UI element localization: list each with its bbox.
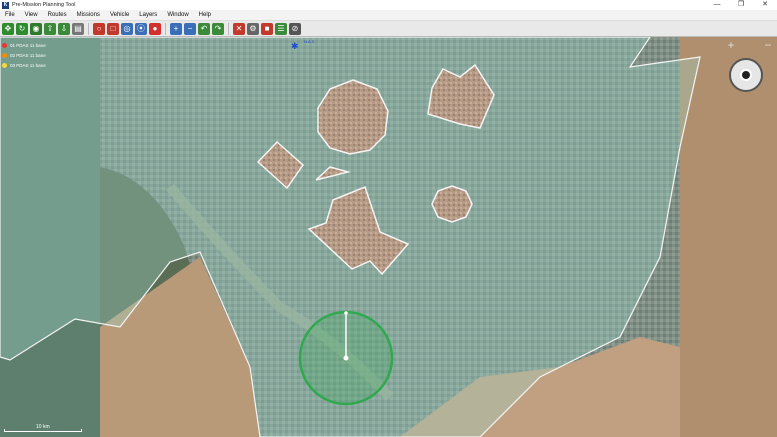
legend-label: 03 PDAS 11 bane [10,62,46,68]
toolbar-zoom-out-button[interactable]: − [184,22,196,35]
toolbar-separator [165,22,166,35]
uav-position-marker[interactable] [343,355,349,361]
app-window: K Pre-Mission Planning Tool — ❐ ✕ File V… [0,0,777,437]
delete-route-icon: ✕ [235,24,243,33]
compass-control[interactable] [729,58,763,92]
window-title: Pre-Mission Planning Tool [12,2,76,8]
toolbar-move-button[interactable]: ✥ [2,22,14,35]
layers-icon: ☰ [277,24,285,33]
zoom-in-control[interactable]: + [725,39,737,51]
north-marker-label: N.A.S. [304,39,316,44]
menu-window[interactable]: Window [162,10,193,21]
menu-missions[interactable]: Missions [72,10,105,21]
toolbar-delete-route-button[interactable]: ✕ [233,22,245,35]
globe-icon: ◉ [32,24,40,33]
toolbar-download-button[interactable]: ⇩ [58,22,70,35]
disabled-icon: ⊘ [291,24,299,33]
toolbar: ✥ ↻ ◉ ⇧ ⇩ ▤ ○ □ ◎ ⦿ ● + − ↶ ↷ ✕ ⚙ ■ ☰ ⊘ [0,21,777,37]
legend-label: 01 PDAS 11 bane [10,42,46,48]
scale-line [4,429,82,432]
map-canvas[interactable]: ✱ N.A.S. [0,37,777,437]
toolbar-settings-button[interactable]: ⚙ [247,22,259,35]
toolbar-circle-tool-button[interactable]: ○ [93,22,105,35]
toolbar-layers-button[interactable]: ☰ [275,22,287,35]
vehicle-legend: 01 PDAS 11 bane 02 PDAS 11 bane 03 PDAS … [2,40,46,70]
no-fly-zone-circle-large[interactable] [317,79,389,155]
stop-icon: ■ [264,24,270,33]
menu-layers[interactable]: Layers [134,10,162,21]
toolbar-target-button[interactable]: ◎ [121,22,133,35]
rectangle-tool-icon: □ [110,24,116,33]
toolbar-rectangle-tool-button[interactable]: □ [107,22,119,35]
status-dot-icon [2,42,7,48]
map-view[interactable]: ✱ N.A.S. [0,37,777,437]
target-icon: ◎ [123,24,131,33]
maximize-button[interactable]: ❐ [729,0,753,10]
menu-routes[interactable]: Routes [43,10,72,21]
toolbar-separator [228,22,229,35]
status-dot-icon [2,52,7,58]
legend-item[interactable]: 01 PDAS 11 bane [2,40,46,50]
toolbar-stop-button[interactable]: ■ [261,22,273,35]
legend-item[interactable]: 03 PDAS 11 bane [2,60,46,70]
toolbar-waypoint-button[interactable]: ⦿ [135,22,147,35]
rotate-right-icon: ↷ [214,24,222,33]
rotate-left-icon: ↶ [200,24,208,33]
status-dot-icon [2,62,7,68]
pin-add-icon: ● [152,24,158,33]
legend-item[interactable]: 02 PDAS 11 bane [2,50,46,60]
uav-heading-marker [344,311,348,315]
toolbar-upload-button[interactable]: ⇧ [44,22,56,35]
move-icon: ✥ [4,24,12,33]
minimize-button[interactable]: — [705,0,729,10]
compass-center-icon [740,69,752,81]
toolbar-disabled-button[interactable]: ⊘ [289,22,301,35]
menu-file[interactable]: File [0,10,20,21]
terrain-right-band [680,37,777,437]
toolbar-rotate-left-button[interactable]: ↶ [198,22,210,35]
zoom-out-control[interactable]: − [762,39,774,51]
zoom-out-icon: − [187,24,193,33]
menu-bar: File View Routes Missions Vehicle Layers… [0,10,777,21]
north-marker-icon: ✱ [291,42,299,52]
toolbar-sync-button[interactable]: ↻ [16,22,28,35]
no-fly-zone-circle-small[interactable] [431,185,473,223]
waypoint-icon: ⦿ [137,24,145,33]
toolbar-rotate-right-button[interactable]: ↷ [212,22,224,35]
toolbar-document-button[interactable]: ▤ [72,22,84,35]
toolbar-separator [88,22,89,35]
settings-icon: ⚙ [249,24,257,33]
menu-vehicle[interactable]: Vehicle [105,10,134,21]
toolbar-globe-button[interactable]: ◉ [30,22,42,35]
zoom-in-icon: + [173,24,179,33]
legend-label: 02 PDAS 11 bane [10,52,46,58]
menu-view[interactable]: View [20,10,43,21]
sync-icon: ↻ [18,24,26,33]
menu-help[interactable]: Help [194,10,216,21]
document-icon: ▤ [74,24,82,33]
scale-bar: 10 km [4,424,84,434]
download-icon: ⇩ [60,24,68,33]
close-button[interactable]: ✕ [753,0,777,10]
title-bar: K Pre-Mission Planning Tool — ❐ ✕ [0,0,777,10]
app-logo-icon: K [2,1,9,9]
toolbar-zoom-in-button[interactable]: + [170,22,182,35]
toolbar-pin-add-button[interactable]: ● [149,22,161,35]
circle-tool-icon: ○ [96,24,102,33]
upload-icon: ⇧ [46,24,54,33]
